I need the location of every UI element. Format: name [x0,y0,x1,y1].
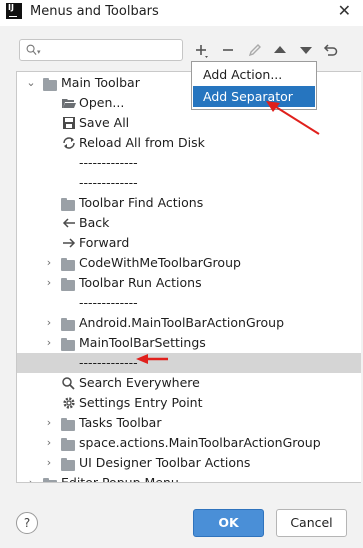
back-arrow-icon [61,216,77,230]
tree-item[interactable]: Save All [17,113,361,133]
forward-arrow-icon [61,236,77,250]
tree-item[interactable]: › space.actions.MainToolbarActionGroup [17,433,361,453]
chevron-down-icon[interactable]: ⌄ [25,73,37,93]
chevron-right-icon[interactable]: › [43,433,55,453]
chevron-right-icon[interactable]: › [43,273,55,293]
tree-item-label: Toolbar Find Actions [79,195,204,210]
tree-item-label: space.actions.MainToolbarActionGroup [79,435,321,450]
title-bar: IJ Menus and Toolbars ✕ [0,0,363,26]
folder-icon [61,316,77,331]
add-action-menu-item[interactable]: Add Action... [193,64,315,85]
remove-icon[interactable] [219,40,237,60]
tree-item-label: ------------- [79,175,138,190]
tree-item-label: Open... [79,95,125,110]
move-up-icon[interactable] [271,40,289,60]
search-icon [61,376,77,390]
folder-icon [43,76,59,91]
chevron-right-icon[interactable]: › [43,453,55,473]
tree-separator[interactable]: ------------- [17,293,361,313]
chevron-right-icon[interactable]: › [25,473,37,482]
reload-icon [61,136,77,150]
tree-item[interactable]: Reload All from Disk [17,133,361,153]
edit-icon[interactable] [246,40,264,60]
intellij-logo-icon: IJ [6,3,22,19]
tree-item-label: Toolbar Run Actions [79,275,202,290]
tree-item[interactable]: Back [17,213,361,233]
tree-item-label: ------------- [79,155,138,170]
open-folder-icon [61,96,77,110]
tree-separator[interactable]: ------------- [17,173,361,193]
folder-icon [61,456,77,471]
tree-item-label: Forward [79,235,130,250]
folder-icon [61,416,77,431]
tree-item[interactable]: Toolbar Find Actions [17,193,361,213]
tree-item-label: Main Toolbar [61,75,140,90]
tree-item[interactable]: › Android.MainToolBarActionGroup [17,313,361,333]
tree-separator[interactable]: ------------- [17,353,361,373]
search-icon [26,44,37,55]
tree-item-label: Settings Entry Point [79,395,203,410]
folder-icon [61,436,77,451]
close-icon[interactable]: ✕ [338,1,351,20]
chevron-right-icon[interactable]: › [43,413,55,433]
tree-item[interactable]: › MainToolBarSettings [17,333,361,353]
tree-item-label: ------------- [79,355,138,370]
folder-icon [61,196,77,211]
tree-item-label: Search Everywhere [79,375,200,390]
add-popup-menu: Add Action... Add Separator [191,61,317,110]
tree-item-label: MainToolBarSettings [79,335,206,350]
tree-item[interactable]: Settings Entry Point [17,393,361,413]
tree-item[interactable]: › Toolbar Run Actions [17,273,361,293]
chevron-right-icon[interactable]: › [43,313,55,333]
tree-item[interactable]: › Tasks Toolbar [17,413,361,433]
save-icon [61,116,77,130]
chevron-right-icon[interactable]: › [43,333,55,353]
tree-item[interactable]: › CodeWithMeToolbarGroup [17,253,361,273]
folder-icon [61,276,77,291]
tree-item-label: Reload All from Disk [79,135,205,150]
chevron-down-icon: ▾ [37,48,41,56]
tree-item-label: UI Designer Toolbar Actions [79,455,251,470]
cancel-button[interactable]: Cancel [276,509,347,537]
bottom-panel [0,483,363,489]
folder-icon [43,476,59,482]
tree-separator[interactable]: ------------- [17,153,361,173]
tree-item-label: Back [79,215,110,230]
gear-icon [61,396,77,410]
add-icon[interactable] [193,40,211,60]
tree-item-label: CodeWithMeToolbarGroup [79,255,241,270]
folder-icon [61,336,77,351]
move-down-icon[interactable] [297,40,315,60]
folder-icon [61,256,77,271]
tree-item[interactable]: Forward [17,233,361,253]
chevron-right-icon[interactable]: › [43,253,55,273]
tree-item-label: ------------- [79,295,138,310]
tree-item[interactable]: Search Everywhere [17,373,361,393]
restore-icon[interactable] [322,40,340,60]
tree-item[interactable]: › UI Designer Toolbar Actions [17,453,361,473]
tree-item-label: Save All [79,115,130,130]
tree-item-label: Android.MainToolBarActionGroup [79,315,284,330]
actions-tree[interactable]: ⌄ Main Toolbar Open... Save All Reload All f… [16,71,361,483]
tree-item[interactable]: › Editor Popup Menu [17,473,361,483]
help-button[interactable]: ? [16,512,38,534]
tree-item-label: Tasks Toolbar [79,415,162,430]
ok-button[interactable]: OK [193,509,264,537]
tree-item-label: Editor Popup Menu [61,475,179,483]
add-separator-menu-item[interactable]: Add Separator [193,86,315,107]
search-input[interactable]: ▾ [19,39,183,61]
window-title: Menus and Toolbars [30,4,159,19]
